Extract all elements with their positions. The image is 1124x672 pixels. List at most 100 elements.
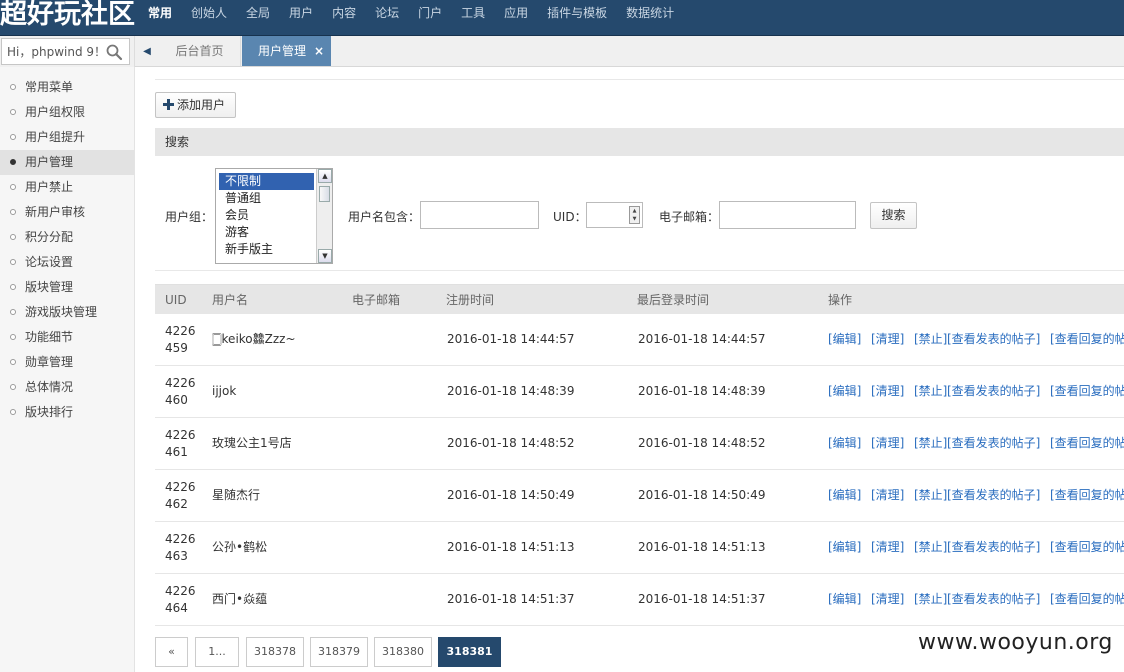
top-nav-global[interactable]: 全局 [236, 0, 279, 26]
group-option[interactable]: 普通组 [219, 190, 314, 207]
action-clean-link[interactable]: [清理] [871, 383, 904, 400]
action-view-posts-link[interactable]: [查看发表的帖子] [947, 539, 1040, 556]
col-reg-time: 注册时间 [446, 293, 495, 307]
top-nav-content[interactable]: 内容 [322, 0, 365, 26]
action-view-posts-link[interactable]: [查看发表的帖子] [947, 331, 1040, 348]
action-edit-link[interactable]: [编辑] [828, 383, 861, 400]
top-nav-founder[interactable]: 创始人 [181, 0, 236, 26]
search-button[interactable]: 搜索 [870, 202, 917, 229]
action-view-replies-link[interactable]: [查看回复的帖 [1050, 539, 1124, 556]
action-view-replies-link[interactable]: [查看回复的帖 [1050, 591, 1124, 608]
action-edit-link[interactable]: [编辑] [828, 331, 861, 348]
username-label: 用户名包含： [348, 210, 421, 224]
sidebar-item[interactable]: 新用户审核 [0, 200, 134, 225]
search-input[interactable] [2, 39, 102, 64]
last-login-cell: 2016-01-18 14:51:37 [638, 592, 766, 606]
group-option[interactable]: 会员 [219, 207, 314, 224]
action-view-replies-link[interactable]: [查看回复的帖 [1050, 331, 1124, 348]
page-button[interactable]: 318380 [374, 637, 432, 667]
action-ban-link[interactable]: [禁止] [914, 435, 947, 452]
action-view-posts-link[interactable]: [查看发表的帖子] [947, 383, 1040, 400]
sidebar-item[interactable]: 游戏版块管理 [0, 300, 134, 325]
page-button[interactable]: 318378 [246, 637, 304, 667]
action-clean-link[interactable]: [清理] [871, 435, 904, 452]
top-nav-plugins[interactable]: 插件与模板 [537, 0, 616, 26]
sidebar-item[interactable]: 积分分配 [0, 225, 134, 250]
page-first-number[interactable]: 1... [195, 637, 239, 667]
top-nav-stats[interactable]: 数据统计 [616, 0, 683, 26]
action-edit-link[interactable]: [编辑] [828, 591, 861, 608]
top-nav-forum[interactable]: 论坛 [365, 0, 408, 26]
sidebar-item[interactable]: 用户管理 [0, 150, 134, 175]
top-nav-common[interactable]: 常用 [138, 0, 181, 26]
action-ban-link[interactable]: [禁止] [914, 591, 947, 608]
group-option[interactable]: 游客 [219, 224, 314, 241]
tab-user-management[interactable]: 用户管理 × [242, 36, 331, 66]
group-option[interactable]: 不限制 [219, 173, 314, 190]
sidebar-item[interactable]: 用户组提升 [0, 125, 134, 150]
scroll-up-icon[interactable]: ▲ [318, 169, 332, 183]
uid-part: 4226 [165, 376, 196, 390]
username-input[interactable] [420, 201, 539, 229]
sidebar-item-label: 新用户审核 [25, 205, 86, 219]
top-nav-tools[interactable]: 工具 [451, 0, 494, 26]
action-ban-link[interactable]: [禁止] [914, 383, 947, 400]
bullet-icon [10, 359, 16, 365]
group-option[interactable]: 新手版主 [219, 241, 314, 258]
sidebar-item[interactable]: 用户组权限 [0, 100, 134, 125]
search-icon[interactable] [105, 43, 123, 61]
sidebar-item[interactable]: 功能细节 [0, 325, 134, 350]
action-edit-link[interactable]: [编辑] [828, 435, 861, 452]
add-user-button[interactable]: 添加用户 [155, 92, 236, 118]
scroll-thumb[interactable] [319, 186, 330, 202]
action-ban-link[interactable]: [禁止] [914, 331, 947, 348]
sidebar-item[interactable]: 总体情况 [0, 375, 134, 400]
action-view-posts-link[interactable]: [查看发表的帖子] [947, 591, 1040, 608]
table-body: 4226 459 🀆keiko䲜Zzz~ 2016-01-18 14:44:57 201… [155, 314, 1124, 626]
action-ban-link[interactable]: [禁止] [914, 487, 947, 504]
action-clean-link[interactable]: [清理] [871, 539, 904, 556]
tab-scroll-left-icon[interactable]: ◀ [139, 36, 155, 66]
email-field[interactable] [719, 201, 856, 229]
sidebar-item[interactable]: 勋章管理 [0, 350, 134, 375]
sidebar-item[interactable]: 论坛设置 [0, 250, 134, 275]
scroll-down-icon[interactable]: ▼ [318, 249, 332, 263]
action-view-replies-link[interactable]: [查看回复的帖 [1050, 383, 1124, 400]
page-first-button[interactable]: « [155, 637, 188, 667]
select-scrollbar[interactable]: ▲ ▼ [316, 169, 332, 263]
last-login-cell: 2016-01-18 14:51:13 [638, 540, 766, 554]
bullet-icon [10, 184, 16, 190]
tab-admin-home[interactable]: 后台首页 [159, 36, 241, 66]
uid-cell: 4226 463 [165, 531, 205, 565]
action-view-posts-link[interactable]: [查看发表的帖子] [947, 435, 1040, 452]
close-icon[interactable]: × [314, 36, 324, 66]
bullet-icon [10, 259, 16, 265]
top-nav-user[interactable]: 用户 [279, 0, 322, 26]
action-view-posts-link[interactable]: [查看发表的帖子] [947, 487, 1040, 504]
action-edit-link[interactable]: [编辑] [828, 539, 861, 556]
plus-icon [163, 99, 174, 110]
username-cell: 公孙•鹤松 [212, 540, 268, 554]
uid-stepper[interactable]: ▲ ▼ [586, 202, 643, 228]
action-clean-link[interactable]: [清理] [871, 591, 904, 608]
spin-arrows-icon[interactable]: ▲ ▼ [629, 206, 640, 224]
sidebar-item[interactable]: 用户禁止 [0, 175, 134, 200]
page-button[interactable]: 318379 [310, 637, 368, 667]
action-view-replies-link[interactable]: [查看回复的帖 [1050, 487, 1124, 504]
sidebar: 常用菜单 用户组权限 用户组提升 用户管理 用户禁止新用户审核积分分配 论坛设置 版块管理游… [0, 67, 135, 672]
sidebar-item[interactable]: 版块管理 [0, 275, 134, 300]
page-current[interactable]: 318381 [438, 637, 501, 667]
sidebar-item-label: 功能细节 [25, 330, 74, 344]
sidebar-item-label: 版块排行 [25, 405, 74, 419]
action-clean-link[interactable]: [清理] [871, 331, 904, 348]
user-group-select[interactable]: 不限制 普通组 会员 游客 新手版主 ▲ ▼ [215, 168, 333, 264]
action-ban-link[interactable]: [禁止] [914, 539, 947, 556]
sidebar-item[interactable]: 版块排行 [0, 400, 134, 425]
top-nav-apps[interactable]: 应用 [494, 0, 537, 26]
top-nav-portal[interactable]: 门户 [408, 0, 451, 26]
action-clean-link[interactable]: [清理] [871, 487, 904, 504]
uid-part: 460 [165, 393, 188, 407]
action-view-replies-link[interactable]: [查看回复的帖 [1050, 435, 1124, 452]
sidebar-item[interactable]: 常用菜单 [0, 75, 134, 100]
action-edit-link[interactable]: [编辑] [828, 487, 861, 504]
